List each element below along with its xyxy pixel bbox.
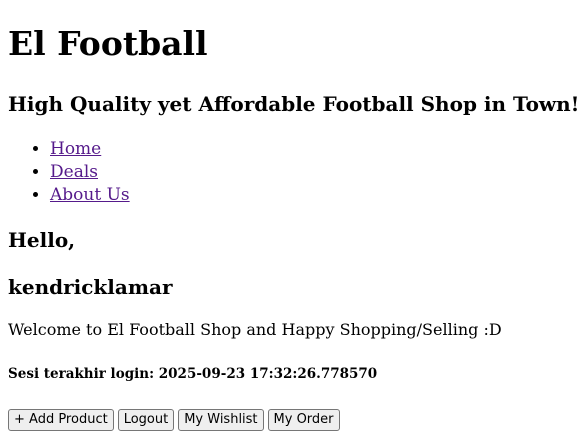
logout-button[interactable]: Logout (117, 409, 175, 431)
nav-link-deals[interactable]: Deals (50, 162, 98, 182)
my-wishlist-button[interactable]: My Wishlist (178, 409, 264, 431)
welcome-message: Welcome to El Football Shop and Happy Sh… (8, 320, 502, 339)
my-order-button[interactable]: My Order (267, 409, 340, 431)
nav-item-about-us: About Us (50, 184, 130, 207)
nav-item-home: Home (50, 138, 130, 161)
username-heading: kendricklamar (8, 275, 173, 299)
hello-heading: Hello, (8, 228, 76, 252)
main-nav: Home Deals About Us (8, 138, 130, 207)
nav-item-deals: Deals (50, 161, 130, 184)
site-tagline: High Quality yet Affordable Football Sho… (8, 92, 580, 116)
add-product-button[interactable]: + Add Product (8, 409, 114, 431)
nav-link-home[interactable]: Home (50, 139, 101, 159)
nav-link-about-us[interactable]: About Us (50, 185, 130, 205)
last-login-text: Sesi terakhir login: 2025-09-23 17:32:26… (8, 366, 378, 382)
action-buttons: + Add Product Logout My Wishlist My Orde… (8, 409, 340, 431)
page: El Football High Quality yet Affordable … (0, 0, 583, 440)
site-title: El Football (8, 24, 208, 63)
